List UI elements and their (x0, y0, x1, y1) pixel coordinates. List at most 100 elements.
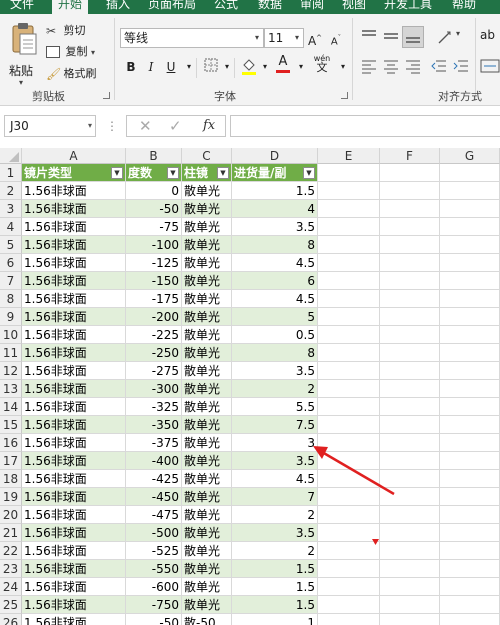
table-cell[interactable]: 1.56非球面 (22, 254, 126, 272)
copy-button[interactable]: 复制 ▾ (46, 43, 95, 61)
tab-insert[interactable]: 插入 (106, 0, 130, 14)
empty-cell[interactable] (440, 452, 500, 470)
empty-cell[interactable] (380, 272, 440, 290)
table-cell[interactable]: 2 (232, 542, 318, 560)
empty-cell[interactable] (380, 578, 440, 596)
worksheet-grid[interactable]: A B C D E F G 1 镜片类型 ▼ 度数 ▼ 柱镜 ▼ 进货量/副 ▼ 2 1.56非球面 0 散单光 1.5… (0, 148, 500, 625)
row-header[interactable]: 9 (0, 308, 22, 326)
empty-cell[interactable] (318, 290, 380, 308)
tab-page-layout[interactable]: 页面布局 (148, 0, 196, 14)
column-header-F[interactable]: F (380, 148, 440, 164)
table-cell[interactable]: 1.56非球面 (22, 344, 126, 362)
empty-cell[interactable] (318, 164, 380, 182)
empty-cell[interactable] (440, 524, 500, 542)
table-cell[interactable]: -150 (126, 272, 182, 290)
empty-cell[interactable] (440, 398, 500, 416)
table-cell[interactable]: 5.5 (232, 398, 318, 416)
clipboard-launcher-icon[interactable] (103, 92, 110, 99)
table-cell[interactable]: 1.56非球面 (22, 506, 126, 524)
empty-cell[interactable] (440, 596, 500, 614)
table-cell[interactable]: 1.56非球面 (22, 542, 126, 560)
table-cell[interactable]: 3.5 (232, 524, 318, 542)
filter-dropdown-icon[interactable]: ▼ (217, 167, 229, 179)
empty-cell[interactable] (440, 416, 500, 434)
column-header-A[interactable]: A (22, 148, 126, 164)
table-cell[interactable]: -50 (126, 200, 182, 218)
table-cell[interactable]: 7 (232, 488, 318, 506)
table-cell[interactable]: -50 (126, 614, 182, 625)
empty-cell[interactable] (318, 308, 380, 326)
table-cell[interactable]: -525 (126, 542, 182, 560)
table-cell[interactable]: 5 (232, 308, 318, 326)
empty-cell[interactable] (440, 290, 500, 308)
filter-dropdown-icon[interactable]: ▼ (303, 167, 315, 179)
table-cell[interactable]: -500 (126, 524, 182, 542)
column-header-D[interactable]: D (232, 148, 318, 164)
bold-button[interactable]: B (122, 58, 140, 76)
empty-cell[interactable] (380, 362, 440, 380)
row-header[interactable]: 17 (0, 452, 22, 470)
tab-view[interactable]: 视图 (342, 0, 366, 14)
table-cell[interactable]: 1.5 (232, 560, 318, 578)
table-cell[interactable]: 散单光 (182, 524, 232, 542)
column-header-E[interactable]: E (318, 148, 380, 164)
tab-file[interactable]: 文件 (10, 0, 34, 14)
row-header[interactable]: 23 (0, 560, 22, 578)
phonetic-button[interactable]: wén 文 (312, 54, 332, 73)
row-header[interactable]: 21 (0, 524, 22, 542)
table-cell[interactable]: 1.56非球面 (22, 380, 126, 398)
row-header[interactable]: 4 (0, 218, 22, 236)
row-header[interactable]: 25 (0, 596, 22, 614)
row-header[interactable]: 18 (0, 470, 22, 488)
table-cell[interactable]: 散单光 (182, 452, 232, 470)
empty-cell[interactable] (440, 218, 500, 236)
table-cell[interactable]: 1 (232, 614, 318, 625)
empty-cell[interactable] (380, 542, 440, 560)
table-cell[interactable]: 3.5 (232, 362, 318, 380)
empty-cell[interactable] (318, 236, 380, 254)
empty-cell[interactable] (380, 200, 440, 218)
empty-cell[interactable] (318, 182, 380, 200)
table-cell[interactable]: -300 (126, 380, 182, 398)
table-cell[interactable]: 2 (232, 380, 318, 398)
empty-cell[interactable] (318, 398, 380, 416)
format-painter-button[interactable]: 🖌 格式刷 (46, 65, 97, 83)
select-all-corner[interactable] (0, 148, 22, 164)
empty-cell[interactable] (318, 506, 380, 524)
chevron-down-icon[interactable]: ▾ (256, 58, 274, 76)
decrease-indent-button[interactable] (430, 58, 450, 76)
empty-cell[interactable] (380, 596, 440, 614)
row-header[interactable]: 14 (0, 398, 22, 416)
table-cell[interactable]: 1.56非球面 (22, 362, 126, 380)
table-cell[interactable]: 1.56非球面 (22, 614, 126, 625)
formula-input[interactable] (230, 115, 500, 137)
empty-cell[interactable] (380, 236, 440, 254)
empty-cell[interactable] (318, 344, 380, 362)
row-header[interactable]: 6 (0, 254, 22, 272)
tab-help[interactable]: 帮助 (452, 0, 476, 14)
table-cell[interactable]: 散单光 (182, 434, 232, 452)
italic-button[interactable]: I (142, 58, 160, 76)
table-cell[interactable]: 2 (232, 506, 318, 524)
empty-cell[interactable] (440, 164, 500, 182)
row-header[interactable]: 20 (0, 506, 22, 524)
empty-cell[interactable] (440, 200, 500, 218)
row-header[interactable]: 19 (0, 488, 22, 506)
name-box[interactable]: J30 ▾ (4, 115, 96, 137)
table-cell[interactable]: 0 (126, 182, 182, 200)
increase-font-size-button[interactable]: A^ (306, 29, 324, 48)
row-header[interactable]: 12 (0, 362, 22, 380)
table-cell[interactable]: 散单光 (182, 470, 232, 488)
empty-cell[interactable] (380, 290, 440, 308)
table-cell[interactable]: 1.56非球面 (22, 272, 126, 290)
table-cell[interactable]: -325 (126, 398, 182, 416)
empty-cell[interactable] (318, 254, 380, 272)
column-header-C[interactable]: C (182, 148, 232, 164)
tab-data[interactable]: 数据 (258, 0, 282, 14)
empty-cell[interactable] (440, 326, 500, 344)
tab-review[interactable]: 审阅 (300, 0, 324, 14)
paste-button[interactable]: 粘贴 ▾ (6, 22, 40, 87)
chevron-down-icon[interactable]: ▾ (456, 29, 460, 38)
table-cell[interactable]: 1.56非球面 (22, 416, 126, 434)
empty-cell[interactable] (380, 308, 440, 326)
